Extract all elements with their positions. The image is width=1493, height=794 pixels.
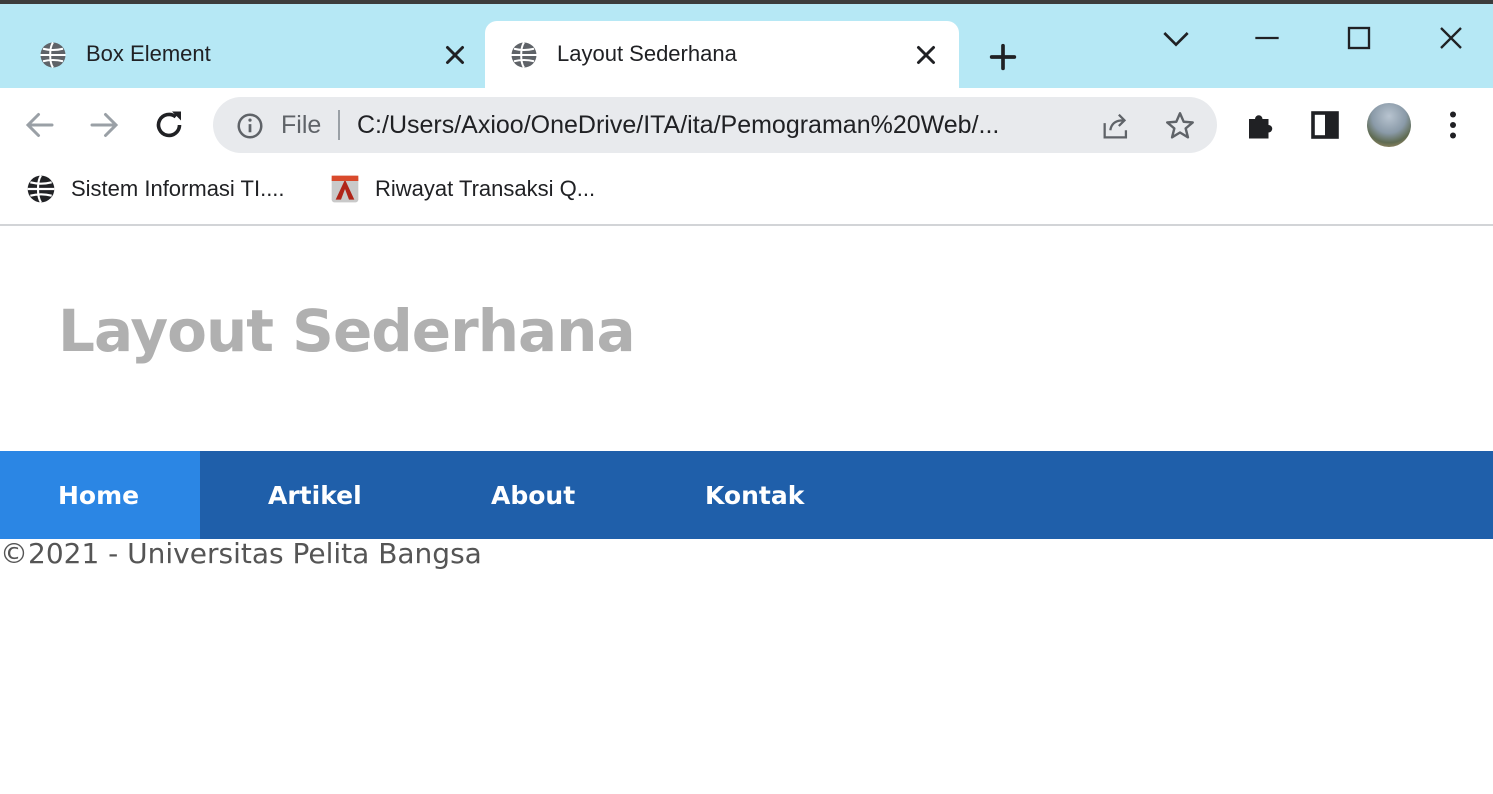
page-viewport: Layout Sederhana Home Artikel About Kont… xyxy=(0,227,1493,794)
reload-icon[interactable] xyxy=(151,107,187,143)
back-arrow-icon[interactable] xyxy=(22,107,58,143)
page-title: Layout Sederhana xyxy=(58,297,636,365)
url-text[interactable]: C:/Users/Axioo/OneDrive/ITA/ita/Pemogram… xyxy=(357,111,1097,140)
tab-box-element[interactable]: Box Element xyxy=(20,21,485,88)
nav-about[interactable]: About xyxy=(491,451,575,539)
main-nav: Home Artikel About Kontak xyxy=(0,451,1493,539)
close-tab-icon[interactable] xyxy=(911,40,941,70)
bookmark-label: Riwayat Transaksi Q... xyxy=(375,176,596,201)
close-tab-icon[interactable] xyxy=(440,40,470,70)
side-panel-icon[interactable] xyxy=(1307,107,1343,143)
maximize-icon[interactable] xyxy=(1339,18,1379,58)
footer-copyright: ©2021 - Universitas Pelita Bangsa xyxy=(0,537,482,570)
bookmarks-bar: Sistem Informasi TI.... Riwayat Transaks… xyxy=(0,162,1493,226)
globe-icon xyxy=(511,41,537,69)
share-icon[interactable] xyxy=(1099,109,1133,143)
nav-artikel[interactable]: Artikel xyxy=(268,451,362,539)
tab-layout-sederhana[interactable]: Layout Sederhana xyxy=(485,21,959,88)
bookmark-item[interactable]: Riwayat Transaksi Q... xyxy=(329,172,595,206)
extensions-puzzle-icon[interactable] xyxy=(1243,107,1279,143)
omnibox-divider xyxy=(338,110,340,140)
nav-kontak[interactable]: Kontak xyxy=(705,451,804,539)
forward-arrow-icon[interactable] xyxy=(86,107,122,143)
window-close-icon[interactable] xyxy=(1431,18,1471,58)
url-scheme-label: File xyxy=(281,111,322,139)
tab-title: Box Element xyxy=(86,41,211,66)
browser-toolbar: File C:/Users/Axioo/OneDrive/ITA/ita/Pem… xyxy=(0,88,1493,162)
bookmark-label: Sistem Informasi TI.... xyxy=(71,176,285,201)
new-tab-plus-icon[interactable] xyxy=(986,40,1020,74)
bookmark-star-icon[interactable] xyxy=(1163,109,1197,143)
tab-title: Layout Sederhana xyxy=(557,41,737,66)
globe-icon xyxy=(27,175,55,203)
minimize-icon[interactable] xyxy=(1247,18,1287,58)
more-menu-kebab-icon[interactable] xyxy=(1435,107,1471,143)
info-icon[interactable] xyxy=(235,111,265,141)
address-bar[interactable]: File C:/Users/Axioo/OneDrive/ITA/ita/Pem… xyxy=(213,97,1217,153)
bookmark-item[interactable]: Sistem Informasi TI.... xyxy=(25,172,285,206)
nav-home[interactable]: Home xyxy=(0,451,200,539)
profile-avatar[interactable] xyxy=(1367,103,1411,147)
site-favicon-icon xyxy=(331,175,359,203)
globe-icon xyxy=(40,41,66,69)
tab-strip: Box Element Layout Sederhana xyxy=(0,4,1493,88)
tab-search-chevron-icon[interactable] xyxy=(1156,18,1196,58)
